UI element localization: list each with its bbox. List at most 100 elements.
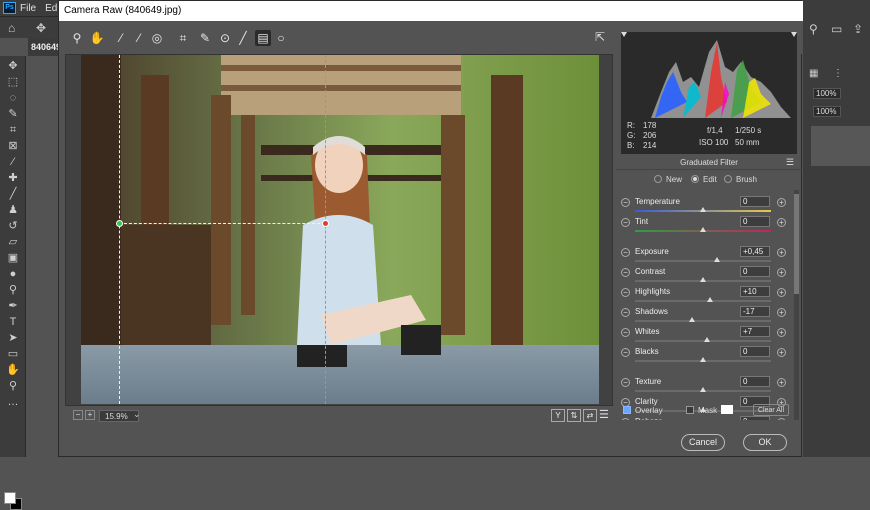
- fullscreen-icon[interactable]: ⇱: [595, 30, 609, 44]
- zoom-icon[interactable]: ⚲: [6, 380, 20, 392]
- document-tab[interactable]: 840649.: [28, 38, 64, 56]
- eyedropper-icon[interactable]: ⁄: [6, 156, 20, 168]
- decrease-icon[interactable]: −: [621, 348, 630, 357]
- increase-icon[interactable]: +: [777, 348, 786, 357]
- eraser-icon[interactable]: ▱: [6, 236, 20, 248]
- slider-track[interactable]: [635, 320, 771, 322]
- slider-thumb[interactable]: [700, 357, 706, 362]
- increase-icon[interactable]: +: [777, 328, 786, 337]
- decrease-icon[interactable]: −: [621, 248, 630, 257]
- slider-value-field[interactable]: +7: [740, 326, 770, 337]
- ok-button[interactable]: OK: [743, 434, 787, 451]
- healing-icon[interactable]: ✚: [6, 172, 20, 184]
- radial-filter-icon[interactable]: ○: [273, 30, 289, 46]
- chevron-down-icon[interactable]: ⌄: [133, 409, 141, 420]
- crop-tool-icon[interactable]: ⌗: [175, 30, 191, 46]
- increase-icon[interactable]: +: [777, 288, 786, 297]
- settings-icon[interactable]: ☰: [599, 408, 609, 421]
- mode-edit-radio[interactable]: [691, 175, 699, 183]
- foreground-color-swatch[interactable]: [4, 492, 16, 504]
- workspace-icon[interactable]: ▭: [831, 22, 842, 36]
- panel-menu-icon[interactable]: ☰: [786, 157, 794, 168]
- pen-icon[interactable]: ✒: [6, 300, 20, 312]
- stamp-icon[interactable]: ♟: [6, 204, 20, 216]
- fill-field[interactable]: 100%: [813, 106, 841, 117]
- red-eye-icon[interactable]: ⊙: [217, 30, 233, 46]
- slider-value-field[interactable]: -17: [740, 306, 770, 317]
- opacity-field[interactable]: 100%: [813, 88, 841, 99]
- path-select-icon[interactable]: ➤: [6, 332, 20, 344]
- targeted-adjust-icon[interactable]: ◎: [149, 30, 165, 46]
- rectangle-icon[interactable]: ▭: [6, 348, 20, 360]
- before-after-copy-button[interactable]: ⇄: [583, 409, 597, 422]
- decrease-icon[interactable]: −: [621, 418, 630, 420]
- lasso-icon[interactable]: ◌: [6, 92, 20, 104]
- marquee-icon[interactable]: ⬚: [6, 76, 20, 88]
- before-after-swap-button[interactable]: ⇅: [567, 409, 581, 422]
- slider-thumb[interactable]: [700, 277, 706, 282]
- layer-thumbnail[interactable]: [811, 126, 870, 166]
- mode-new-radio[interactable]: [654, 175, 662, 183]
- decrease-icon[interactable]: −: [621, 328, 630, 337]
- slider-thumb[interactable]: [700, 207, 706, 212]
- move-tool-icon[interactable]: ✥: [36, 21, 46, 35]
- adjustment-brush-icon[interactable]: ╱: [235, 30, 251, 46]
- guide-line-horizontal[interactable]: [119, 223, 325, 224]
- increase-icon[interactable]: +: [777, 198, 786, 207]
- dodge-icon[interactable]: ⚲: [6, 284, 20, 296]
- slider-thumb[interactable]: [706, 297, 713, 302]
- graduated-filter-icon[interactable]: ▤: [255, 30, 271, 46]
- white-balance-icon[interactable]: ⁄: [113, 30, 129, 46]
- mask-color-swatch[interactable]: [721, 405, 733, 414]
- color-sampler-icon[interactable]: ⁄: [131, 30, 147, 46]
- share-icon[interactable]: ⇪: [853, 22, 863, 36]
- type-icon[interactable]: T: [6, 316, 20, 328]
- slider-thumb[interactable]: [700, 227, 706, 232]
- hand-icon[interactable]: ✋: [6, 364, 20, 376]
- zoom-out-button[interactable]: −: [73, 410, 83, 420]
- spot-removal-icon[interactable]: ✎: [197, 30, 213, 46]
- slider-value-field[interactable]: 0: [740, 346, 770, 357]
- increase-icon[interactable]: +: [777, 218, 786, 227]
- slider-track[interactable]: [635, 340, 771, 342]
- hand-tool-icon[interactable]: ✋: [89, 30, 105, 46]
- slider-thumb[interactable]: [700, 387, 706, 392]
- home-icon[interactable]: ⌂: [8, 21, 15, 35]
- decrease-icon[interactable]: −: [621, 198, 630, 207]
- blur-icon[interactable]: ●: [6, 268, 20, 280]
- slider-track[interactable]: [635, 300, 771, 302]
- slider-scrollbar[interactable]: [794, 190, 799, 420]
- search-icon[interactable]: ⚲: [809, 22, 818, 36]
- slider-thumb[interactable]: [689, 317, 696, 322]
- more-tools-icon[interactable]: …: [6, 396, 20, 408]
- slider-thumb[interactable]: [713, 257, 720, 262]
- increase-icon[interactable]: +: [777, 268, 786, 277]
- slider-value-field[interactable]: 0: [740, 216, 770, 227]
- zoom-tool-icon[interactable]: ⚲: [69, 30, 85, 46]
- decrease-icon[interactable]: −: [621, 268, 630, 277]
- crop-icon[interactable]: ⌗: [6, 124, 20, 136]
- filter-start-pin[interactable]: [116, 220, 123, 227]
- slider-value-field[interactable]: +0,45: [740, 246, 770, 257]
- overlay-checkbox[interactable]: [623, 406, 631, 414]
- panel-menu-icon[interactable]: ⋮: [833, 68, 843, 79]
- decrease-icon[interactable]: −: [621, 308, 630, 317]
- increase-icon[interactable]: +: [777, 308, 786, 317]
- gradient-icon[interactable]: ▣: [6, 252, 20, 264]
- increase-icon[interactable]: +: [777, 248, 786, 257]
- zoom-in-button[interactable]: +: [85, 410, 95, 420]
- preview-photo[interactable]: [81, 55, 599, 404]
- slider-value-field[interactable]: 0: [740, 196, 770, 207]
- quick-select-icon[interactable]: ✎: [6, 108, 20, 120]
- move-icon[interactable]: ✥: [6, 60, 20, 72]
- decrease-icon[interactable]: −: [621, 218, 630, 227]
- slider-value-field[interactable]: 0: [740, 376, 770, 387]
- clear-all-button[interactable]: Clear All: [753, 404, 789, 416]
- decrease-icon[interactable]: −: [621, 378, 630, 387]
- mask-checkbox[interactable]: [686, 406, 694, 414]
- filter-end-pin[interactable]: [322, 220, 329, 227]
- increase-icon[interactable]: +: [777, 418, 786, 420]
- guide-line-right[interactable]: [325, 55, 326, 404]
- slider-thumb[interactable]: [704, 337, 711, 342]
- cancel-button[interactable]: Cancel: [681, 434, 725, 451]
